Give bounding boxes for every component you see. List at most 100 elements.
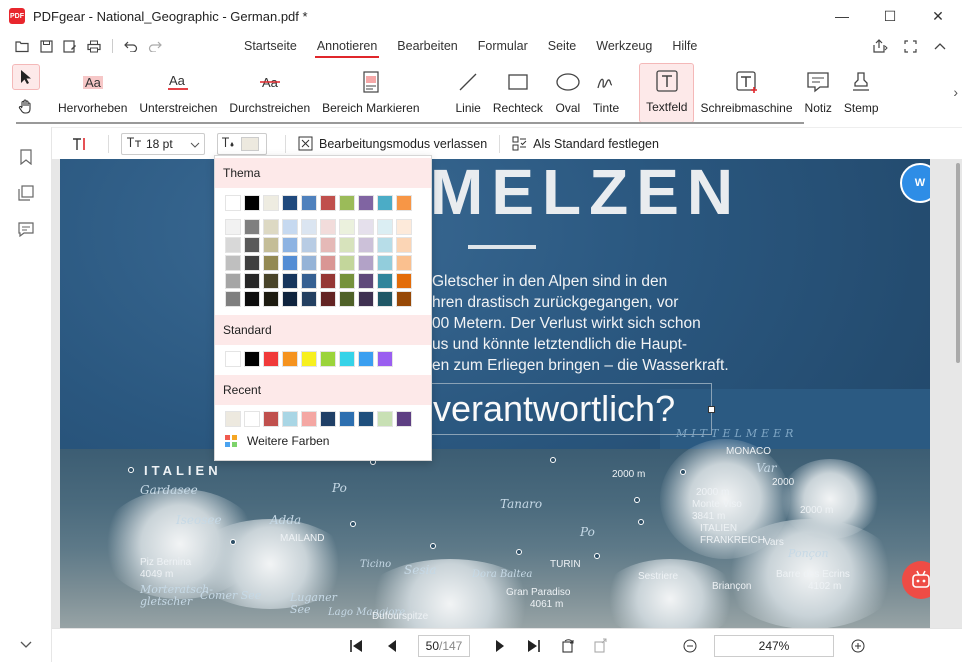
font-size-select[interactable]: 18 pt bbox=[121, 132, 205, 155]
zoom-in-icon[interactable] bbox=[844, 632, 872, 660]
theme-color-swatch[interactable] bbox=[225, 195, 241, 211]
theme-shade-color-swatch[interactable] bbox=[339, 237, 355, 253]
recent-color-swatch[interactable] bbox=[320, 411, 336, 427]
standard-color-swatch[interactable] bbox=[282, 351, 298, 367]
tab-werkzeug[interactable]: Werkzeug bbox=[586, 32, 662, 60]
theme-shade-color-swatch[interactable] bbox=[320, 255, 336, 271]
maximize-button[interactable]: ☐ bbox=[866, 0, 914, 32]
theme-shade-color-swatch[interactable] bbox=[244, 255, 260, 271]
theme-shade-color-swatch[interactable] bbox=[396, 255, 412, 271]
textbox-content[interactable]: verantwortlich? bbox=[433, 388, 675, 430]
theme-shade-color-swatch[interactable] bbox=[225, 237, 241, 253]
theme-shade-color-swatch[interactable] bbox=[339, 219, 355, 235]
theme-color-swatch[interactable] bbox=[358, 195, 374, 211]
theme-shade-color-swatch[interactable] bbox=[244, 219, 260, 235]
first-page-icon[interactable] bbox=[342, 632, 370, 660]
standard-color-swatch[interactable] bbox=[339, 351, 355, 367]
theme-shade-color-swatch[interactable] bbox=[396, 291, 412, 307]
pdf-page[interactable]: MELZEN Gletscher in den Alpen sind in de… bbox=[60, 159, 930, 628]
recent-color-swatch[interactable] bbox=[225, 411, 241, 427]
fit-page-icon[interactable] bbox=[586, 632, 614, 660]
text-cursor-icon[interactable] bbox=[72, 136, 88, 152]
theme-color-swatch[interactable] bbox=[377, 195, 393, 211]
theme-color-swatch[interactable] bbox=[244, 195, 260, 211]
tab-hilfe[interactable]: Hilfe bbox=[662, 32, 707, 60]
theme-shade-color-swatch[interactable] bbox=[282, 255, 298, 271]
recent-color-swatch[interactable] bbox=[377, 411, 393, 427]
tab-startseite[interactable]: Startseite bbox=[234, 32, 307, 60]
tool-stemp-button[interactable]: Stemp bbox=[838, 63, 885, 123]
theme-shade-color-swatch[interactable] bbox=[377, 237, 393, 253]
tab-annotieren[interactable]: Annotieren bbox=[307, 32, 387, 60]
theme-shade-color-swatch[interactable] bbox=[282, 291, 298, 307]
theme-shade-color-swatch[interactable] bbox=[358, 219, 374, 235]
print-icon[interactable] bbox=[82, 34, 106, 58]
theme-shade-color-swatch[interactable] bbox=[225, 273, 241, 289]
theme-shade-color-swatch[interactable] bbox=[358, 291, 374, 307]
theme-shade-color-swatch[interactable] bbox=[263, 291, 279, 307]
theme-shade-color-swatch[interactable] bbox=[225, 219, 241, 235]
theme-color-swatch[interactable] bbox=[339, 195, 355, 211]
theme-shade-color-swatch[interactable] bbox=[225, 255, 241, 271]
share-icon[interactable] bbox=[868, 34, 892, 58]
theme-shade-color-swatch[interactable] bbox=[320, 291, 336, 307]
tool-unterstreichen-button[interactable]: Aa Unterstreichen bbox=[133, 63, 223, 123]
last-page-icon[interactable] bbox=[520, 632, 548, 660]
save-icon[interactable] bbox=[34, 34, 58, 58]
tab-bearbeiten[interactable]: Bearbeiten bbox=[387, 32, 467, 60]
theme-shade-color-swatch[interactable] bbox=[244, 291, 260, 307]
recent-color-swatch[interactable] bbox=[263, 411, 279, 427]
theme-shade-color-swatch[interactable] bbox=[301, 255, 317, 271]
theme-shade-color-swatch[interactable] bbox=[301, 291, 317, 307]
fullscreen-icon[interactable] bbox=[898, 34, 922, 58]
zoom-level-field[interactable]: 247% bbox=[714, 634, 834, 657]
set-default-button[interactable]: Als Standard festlegen bbox=[512, 136, 659, 151]
standard-color-swatch[interactable] bbox=[320, 351, 336, 367]
comments-icon[interactable] bbox=[0, 211, 52, 247]
resize-handle[interactable] bbox=[708, 406, 715, 413]
tool-oval-button[interactable]: Oval bbox=[549, 63, 587, 123]
theme-shade-color-swatch[interactable] bbox=[320, 237, 336, 253]
recent-color-swatch[interactable] bbox=[244, 411, 260, 427]
theme-shade-color-swatch[interactable] bbox=[396, 219, 412, 235]
save-as-icon[interactable] bbox=[58, 34, 82, 58]
undo-icon[interactable] bbox=[119, 34, 143, 58]
theme-shade-color-swatch[interactable] bbox=[282, 237, 298, 253]
tool-notiz-button[interactable]: Notiz bbox=[799, 63, 838, 123]
tab-formular[interactable]: Formular bbox=[468, 32, 538, 60]
page-number-field[interactable]: 50 /147 bbox=[418, 634, 470, 657]
exit-edit-mode-button[interactable]: Bearbeitungsmodus verlassen bbox=[298, 136, 487, 151]
collapse-ribbon-icon[interactable] bbox=[928, 34, 952, 58]
standard-color-swatch[interactable] bbox=[225, 351, 241, 367]
standard-color-swatch[interactable] bbox=[244, 351, 260, 367]
standard-color-swatch[interactable] bbox=[358, 351, 374, 367]
theme-shade-color-swatch[interactable] bbox=[377, 291, 393, 307]
theme-shade-color-swatch[interactable] bbox=[225, 291, 241, 307]
recent-color-swatch[interactable] bbox=[396, 411, 412, 427]
minimize-button[interactable]: — bbox=[818, 0, 866, 32]
tool-durchstreichen-button[interactable]: Aa Durchstreichen bbox=[223, 63, 316, 123]
recent-color-swatch[interactable] bbox=[282, 411, 298, 427]
tool-linie-button[interactable]: Linie bbox=[450, 63, 487, 123]
theme-color-swatch[interactable] bbox=[301, 195, 317, 211]
hand-tool-icon[interactable] bbox=[12, 94, 40, 120]
theme-shade-color-swatch[interactable] bbox=[263, 237, 279, 253]
recent-color-swatch[interactable] bbox=[339, 411, 355, 427]
previous-page-icon[interactable] bbox=[378, 632, 406, 660]
vertical-scrollbar[interactable] bbox=[956, 163, 960, 363]
theme-shade-color-swatch[interactable] bbox=[339, 273, 355, 289]
theme-shade-color-swatch[interactable] bbox=[339, 255, 355, 271]
theme-shade-color-swatch[interactable] bbox=[377, 255, 393, 271]
theme-color-swatch[interactable] bbox=[320, 195, 336, 211]
tool-textfeld-button[interactable]: Textfeld bbox=[639, 63, 695, 123]
theme-shade-color-swatch[interactable] bbox=[263, 219, 279, 235]
close-button[interactable]: ✕ bbox=[914, 0, 962, 32]
theme-shade-color-swatch[interactable] bbox=[320, 273, 336, 289]
more-colors-button[interactable]: Weitere Farben bbox=[225, 434, 329, 448]
document-viewer[interactable]: MELZEN Gletscher in den Alpen sind in de… bbox=[52, 159, 962, 628]
theme-shade-color-swatch[interactable] bbox=[358, 273, 374, 289]
convert-to-word-icon[interactable]: W bbox=[900, 163, 930, 203]
theme-shade-color-swatch[interactable] bbox=[377, 273, 393, 289]
next-page-icon[interactable] bbox=[486, 632, 514, 660]
rotate-page-icon[interactable] bbox=[554, 632, 582, 660]
